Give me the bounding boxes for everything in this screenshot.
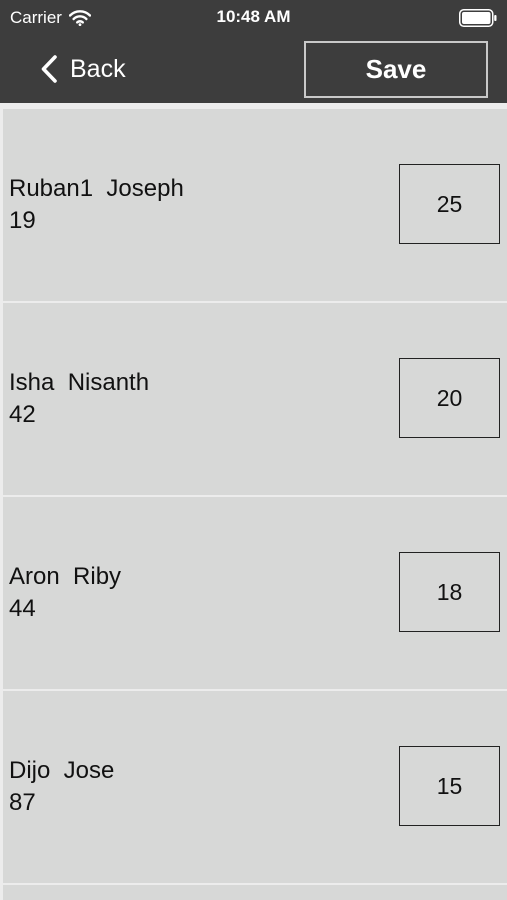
list-item: Dijo Jose 87 15: [0, 691, 507, 885]
score-input[interactable]: 20: [399, 358, 500, 438]
player-number: 19: [9, 207, 36, 234]
battery-icon: [459, 9, 497, 27]
chevron-left-icon: [41, 55, 57, 83]
player-number: 42: [9, 401, 36, 428]
status-bar: Carrier 10:48 AM: [0, 0, 507, 36]
score-input[interactable]: 25: [399, 164, 500, 244]
score-input[interactable]: 15: [399, 746, 500, 826]
back-button[interactable]: Back: [40, 52, 126, 86]
list-item: Ruban1 Joseph 19 25: [0, 109, 507, 303]
navigation-bar: Back Save: [0, 36, 507, 103]
list-item: Isha Nisanth 42 20: [0, 303, 507, 497]
save-button[interactable]: Save: [304, 41, 488, 98]
player-list: Ruban1 Joseph 19 25 Isha Nisanth 42 20 A…: [0, 109, 507, 885]
status-time: 10:48 AM: [216, 7, 291, 26]
player-name: Isha Nisanth: [9, 369, 150, 396]
list-item: Aron Riby 44 18: [0, 497, 507, 691]
score-input[interactable]: 18: [399, 552, 500, 632]
player-number: 44: [9, 595, 36, 622]
player-number: 87: [9, 789, 36, 816]
player-name: Dijo Jose: [9, 757, 115, 784]
back-label: Back: [70, 54, 126, 83]
player-name: Ruban1 Joseph: [9, 175, 184, 202]
player-name: Aron Riby: [9, 563, 122, 590]
